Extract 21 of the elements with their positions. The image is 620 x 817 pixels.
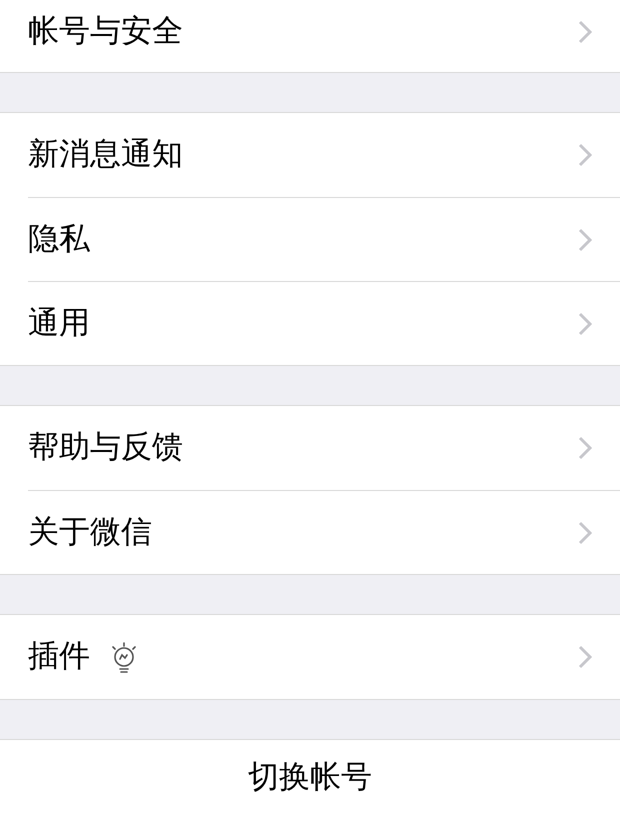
item-label: 新消息通知: [28, 136, 183, 174]
chevron-icon: [578, 520, 592, 544]
item-label: 通用: [28, 304, 90, 342]
item-label: 关于微信: [28, 514, 152, 552]
settings-item[interactable]: 帮助与反馈: [28, 406, 620, 490]
chevron-icon: [578, 228, 592, 252]
chevron-icon: [578, 436, 592, 460]
lightbulb-icon: [110, 641, 138, 673]
chevron-icon: [578, 312, 592, 336]
chevron-icon: [578, 20, 592, 44]
settings-item[interactable]: 新消息通知: [28, 113, 620, 197]
chevron-icon: [578, 143, 592, 167]
settings-item[interactable]: 通用: [28, 281, 620, 365]
item-label: 帐号与安全: [28, 13, 183, 51]
item-label: 插件: [28, 638, 90, 676]
switch-account-button[interactable]: 切换帐号: [0, 739, 620, 817]
chevron-icon: [578, 645, 592, 669]
settings-item[interactable]: 隐私: [28, 197, 620, 281]
item-label: 隐私: [28, 220, 90, 258]
settings-item[interactable]: 关于微信: [28, 490, 620, 574]
item-label: 帮助与反馈: [28, 429, 183, 467]
